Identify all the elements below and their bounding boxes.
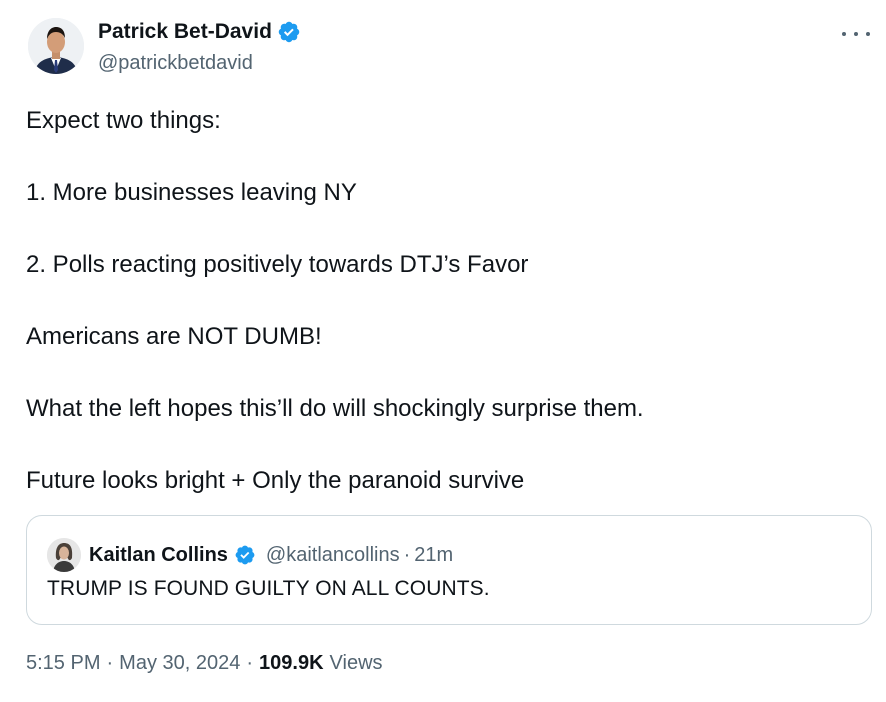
tweet-card: Patrick Bet-David @patrickbetdavid Expec… — [0, 0, 886, 702]
tweet-date[interactable]: May 30, 2024 — [119, 652, 240, 675]
views-label: Views — [329, 652, 383, 674]
quoted-separator: · — [403, 543, 411, 566]
more-dot — [842, 32, 846, 36]
meta-separator: · — [246, 652, 254, 674]
more-dot — [854, 32, 858, 36]
tweet-text: Expect two things: 1. More businesses le… — [26, 103, 866, 499]
tweet-paragraph: Americans are NOT DUMB! — [26, 323, 322, 350]
quoted-tweet-text: TRUMP IS FOUND GUILTY ON ALL COUNTS. — [47, 577, 490, 600]
author-avatar-image — [28, 18, 84, 74]
quoted-author-avatar[interactable] — [47, 538, 81, 572]
tweet-meta: 5:15 PM · May 30, 2024 · 109.9K Views — [26, 652, 383, 675]
more-dot — [866, 32, 870, 36]
verified-badge-icon — [277, 20, 301, 44]
quoted-timestamp[interactable]: 21m — [414, 544, 453, 567]
tweet-paragraph: 2. Polls reacting positively towards DTJ… — [26, 251, 529, 278]
views-count: 109.9K — [259, 652, 324, 674]
author-display-name[interactable]: Patrick Bet-David — [98, 20, 272, 44]
tweet-paragraph: What the left hopes this’ll do will shoc… — [26, 395, 644, 422]
author-avatar[interactable] — [28, 18, 84, 74]
quoted-author-handle[interactable]: @kaitlancollins — [266, 544, 400, 567]
more-options-icon[interactable] — [842, 24, 870, 44]
author-handle[interactable]: @patrickbetdavid — [98, 52, 253, 75]
tweet-paragraph: Expect two things: — [26, 107, 221, 134]
quoted-avatar-image — [47, 538, 81, 572]
quoted-verified-badge-icon — [234, 544, 256, 566]
author-name-row: Patrick Bet-David — [98, 20, 301, 44]
tweet-paragraph: Future looks bright + Only the paranoid … — [26, 467, 525, 494]
tweet-paragraph: 1. More businesses leaving NY — [26, 179, 357, 206]
quoted-tweet[interactable]: Kaitlan Collins @kaitlancollins · 21m TR… — [26, 515, 872, 625]
tweet-time[interactable]: 5:15 PM — [26, 652, 100, 675]
quoted-tweet-header: Kaitlan Collins @kaitlancollins · 21m — [47, 538, 453, 572]
quoted-author-name[interactable]: Kaitlan Collins — [89, 544, 228, 567]
meta-separator: · — [106, 652, 114, 674]
